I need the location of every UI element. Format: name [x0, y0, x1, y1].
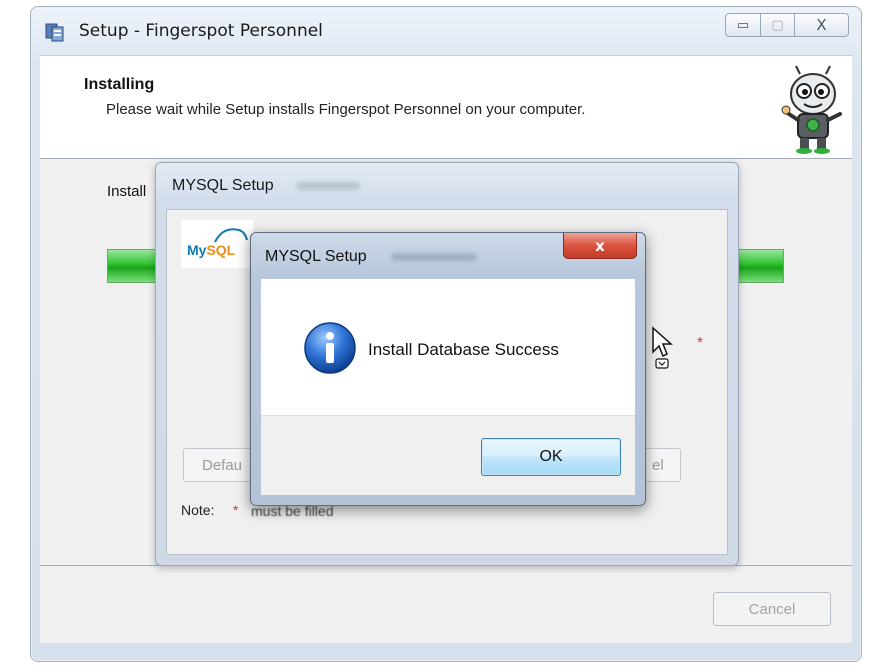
installing-heading: Installing: [84, 76, 155, 93]
mouse-cursor-icon: [652, 326, 673, 369]
message-box-title: MYSQL Setup: [265, 248, 367, 265]
setup-header: Installing Please wait while Setup insta…: [40, 55, 852, 159]
message-box: MYSQL Setup x Install Database Success O…: [250, 232, 646, 506]
setup-titlebar[interactable]: Setup - Fingerspot Personnel ▭ ▢ X: [31, 7, 861, 51]
installing-subheading: Please wait while Setup installs Fingers…: [106, 101, 586, 118]
install-status-label: Install: [107, 183, 147, 200]
setup-window-title: Setup - Fingerspot Personnel: [79, 21, 323, 41]
note-label: Note:: [181, 502, 215, 518]
mysql-window-title: MYSQL Setup: [172, 177, 274, 194]
information-icon: [304, 322, 356, 374]
note-star: *: [233, 502, 239, 518]
mysql-logo: MySQL: [181, 220, 253, 268]
minimize-button[interactable]: ▭: [725, 13, 761, 37]
message-box-footer: OK: [261, 415, 635, 495]
message-text: Install Database Success: [368, 340, 559, 359]
maximize-button[interactable]: ▢: [761, 13, 795, 37]
message-box-close-button[interactable]: x: [563, 233, 637, 259]
fingerspot-mascot-icon: [781, 65, 842, 154]
cancel-button[interactable]: Cancel: [713, 592, 831, 626]
blurred-title-suffix: [296, 182, 360, 190]
setup-footer: Cancel: [40, 565, 852, 643]
installer-app-icon: [45, 23, 64, 42]
progress-bar-right: [738, 249, 784, 283]
message-box-body: Install Database Success: [261, 279, 635, 415]
ok-button[interactable]: OK: [481, 438, 621, 476]
blurred-title-suffix: [391, 253, 477, 261]
caption-buttons: ▭ ▢ X: [725, 13, 849, 37]
close-button[interactable]: X: [795, 13, 849, 37]
mysql-logo-text: MySQL: [187, 242, 236, 258]
required-star: *: [697, 334, 703, 351]
